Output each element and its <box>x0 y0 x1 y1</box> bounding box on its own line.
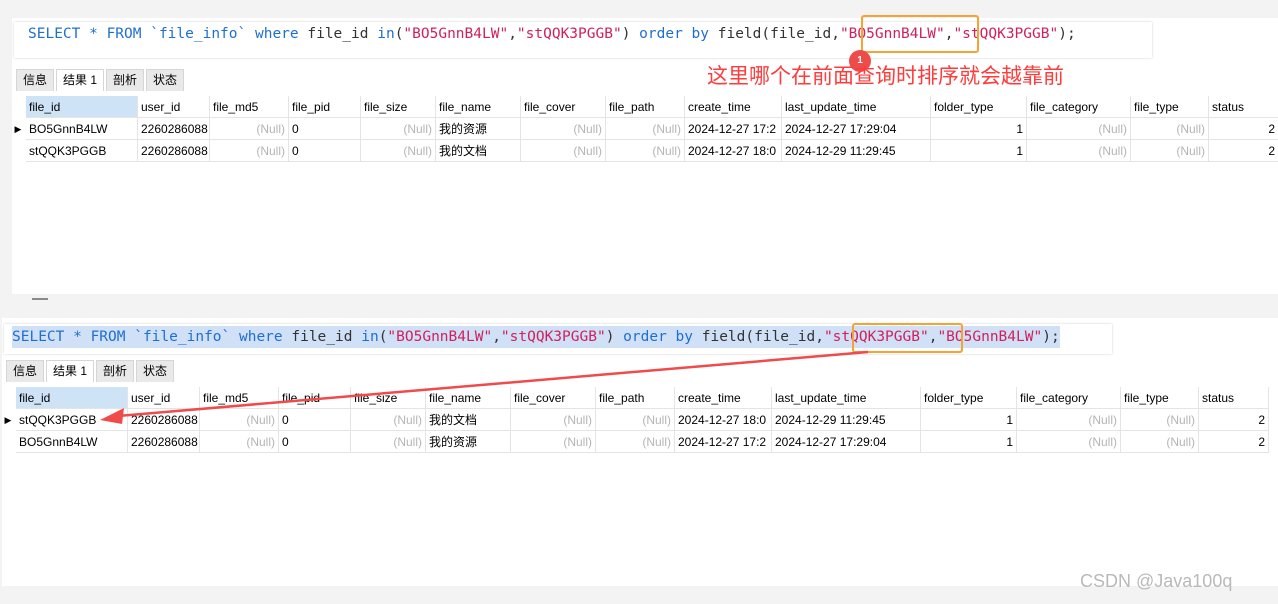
watermark-text: CSDN @Java100q <box>1080 571 1233 591</box>
arrow-annotation <box>100 350 869 424</box>
